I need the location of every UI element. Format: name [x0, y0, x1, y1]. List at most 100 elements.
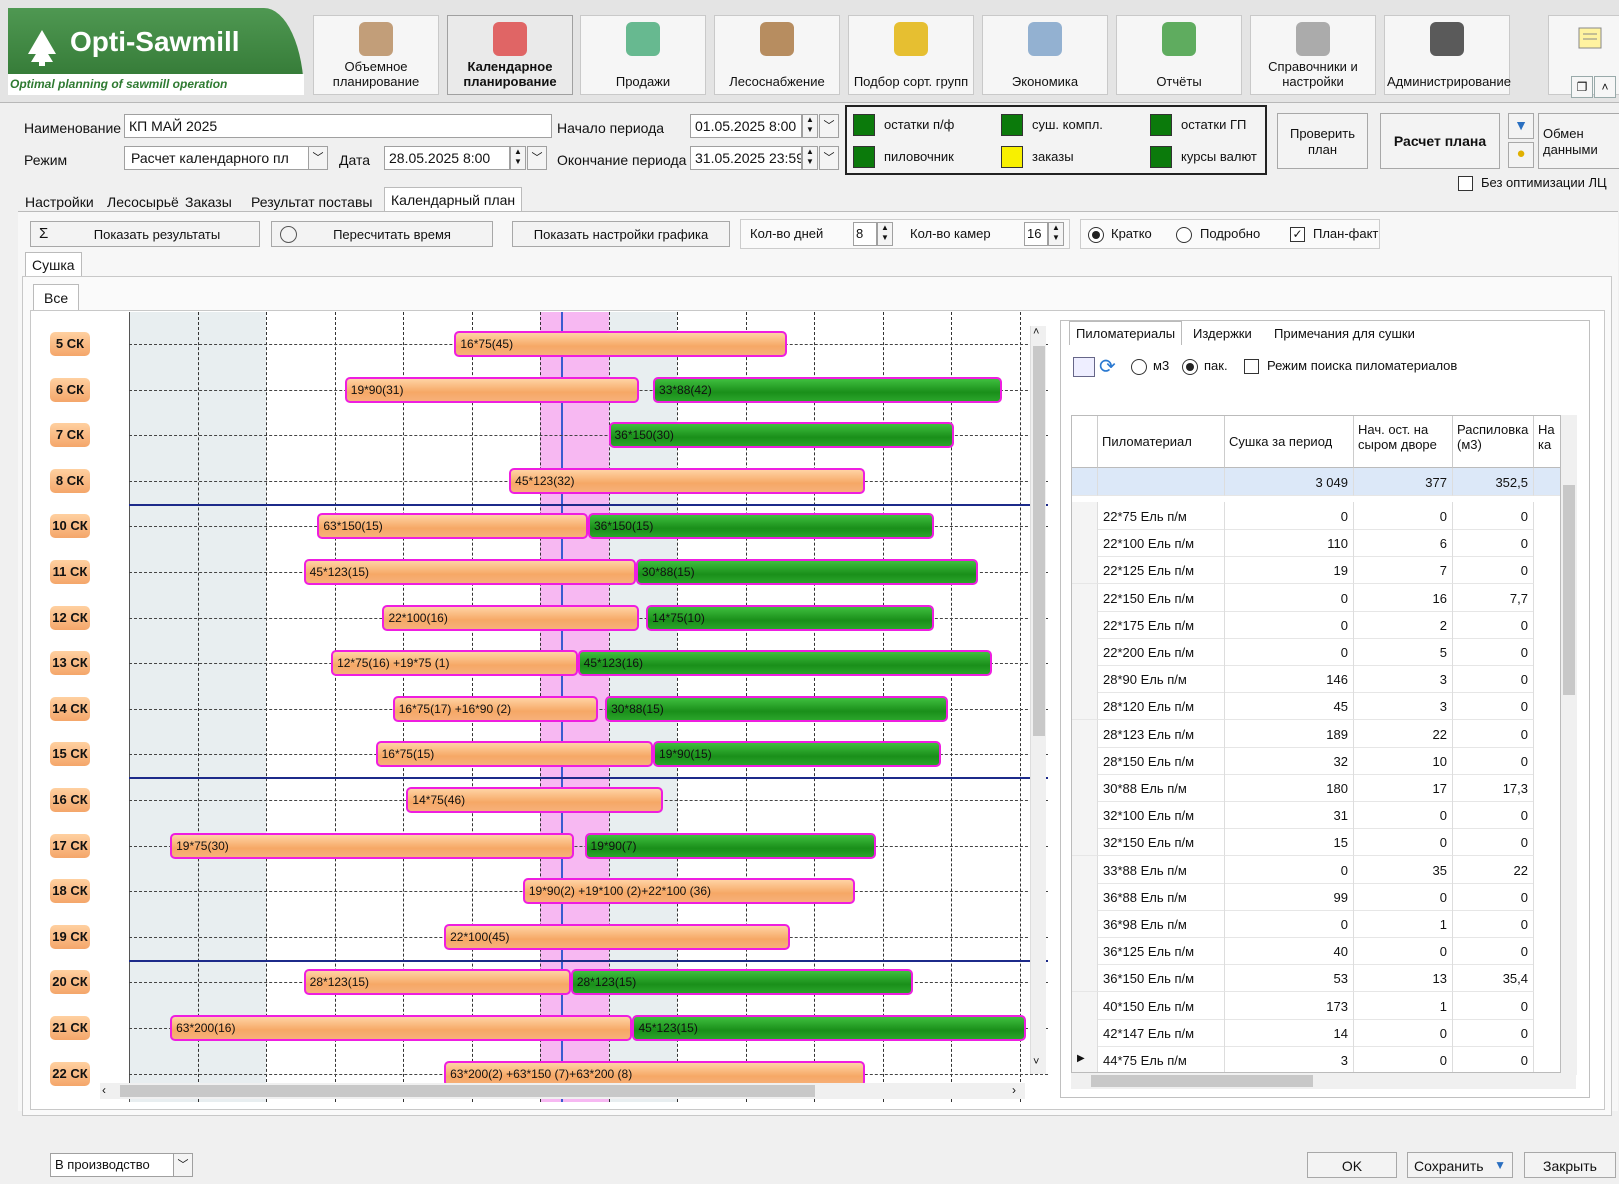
- table-cell[interactable]: 28*150 Ель п/м: [1098, 746, 1225, 775]
- table-cell[interactable]: 0: [1453, 610, 1534, 639]
- row-header[interactable]: [1072, 991, 1098, 1020]
- row-header[interactable]: ▶: [1072, 1046, 1098, 1072]
- table-cell[interactable]: 32*150 Ель п/м: [1098, 828, 1225, 857]
- table-cell[interactable]: 189: [1225, 719, 1354, 748]
- table-cell[interactable]: 0: [1453, 910, 1534, 938]
- ribbon-button-3[interactable]: Лесоснабжение: [714, 15, 840, 95]
- end-spinner[interactable]: ▲ ▼: [802, 146, 818, 170]
- dropdown-arrow-icon[interactable]: ▼: [1508, 113, 1534, 139]
- table-cell[interactable]: 0: [1453, 937, 1534, 966]
- table-cell[interactable]: 0: [1354, 937, 1453, 966]
- show-chart-settings-button[interactable]: Показать настройки графика: [512, 221, 730, 247]
- drying-bar[interactable]: 28*123(15): [303, 969, 571, 996]
- row-header[interactable]: [1072, 964, 1098, 993]
- days-spinner[interactable]: ▲ ▼: [877, 222, 893, 246]
- row-header[interactable]: [1072, 556, 1098, 585]
- row-header[interactable]: [1072, 882, 1098, 911]
- table-cell[interactable]: 0: [1354, 882, 1453, 911]
- table-cell[interactable]: 146: [1225, 665, 1354, 694]
- ribbon-button-2[interactable]: Продажи: [580, 15, 706, 95]
- date-dropdown-icon[interactable]: ﹀: [527, 146, 547, 170]
- table-cell[interactable]: 33*88 Ель п/м: [1098, 855, 1225, 884]
- days-input[interactable]: 8: [853, 222, 877, 246]
- pak-radio[interactable]: [1182, 359, 1198, 375]
- table-cell[interactable]: 22*125 Ель п/м: [1098, 556, 1225, 585]
- legend-swatch[interactable]: [1001, 114, 1023, 136]
- row-header[interactable]: [1072, 801, 1098, 830]
- ribbon-button-1[interactable]: Календарное планирование: [447, 15, 573, 95]
- table-cell[interactable]: 40*150 Ель п/м: [1098, 991, 1225, 1020]
- table-cell[interactable]: 15: [1225, 828, 1354, 857]
- table-cell[interactable]: 28*120 Ель п/м: [1098, 692, 1225, 721]
- close-button[interactable]: Закрыть: [1524, 1152, 1616, 1178]
- calc-plan-button[interactable]: Расчет плана: [1380, 113, 1500, 169]
- no-optimization-checkbox[interactable]: [1458, 176, 1473, 191]
- row-header[interactable]: [1072, 937, 1098, 966]
- table-cell[interactable]: 22*200 Ель п/м: [1098, 638, 1225, 666]
- table-cell[interactable]: 0: [1354, 801, 1453, 830]
- table-cell[interactable]: 0: [1225, 638, 1354, 666]
- brief-radio[interactable]: [1088, 227, 1104, 243]
- table-cell[interactable]: 32: [1225, 746, 1354, 775]
- chambers-input[interactable]: 16: [1024, 222, 1048, 246]
- table-cell[interactable]: 22*150 Ель п/м: [1098, 583, 1225, 612]
- table-cell[interactable]: 2: [1354, 610, 1453, 639]
- table-cell[interactable]: 14: [1225, 1018, 1354, 1047]
- drying-bar[interactable]: 12*75(16) +19*75 (1): [331, 650, 578, 677]
- save-button[interactable]: Сохранить ▼: [1407, 1152, 1513, 1178]
- table-cell[interactable]: 7,7: [1453, 583, 1534, 612]
- table-cell[interactable]: 0: [1225, 910, 1354, 938]
- table-cell[interactable]: 0: [1453, 665, 1534, 694]
- table-cell[interactable]: 0: [1225, 855, 1354, 884]
- row-header[interactable]: [1072, 719, 1098, 748]
- ribbon-button-6[interactable]: Отчёты: [1116, 15, 1242, 95]
- table-cell[interactable]: 44*75 Ель п/м: [1098, 1046, 1225, 1072]
- row-header[interactable]: [1072, 1018, 1098, 1047]
- scroll-left-icon[interactable]: ‹: [102, 1083, 106, 1097]
- mode-select[interactable]: Расчет календарного пл: [124, 146, 309, 170]
- table-cell[interactable]: 0: [1453, 1046, 1534, 1072]
- tab-all[interactable]: Все: [33, 284, 80, 311]
- legend-swatch[interactable]: [1150, 114, 1172, 136]
- column-header[interactable]: Сушка за период: [1225, 416, 1354, 468]
- row-header[interactable]: [1072, 855, 1098, 884]
- column-header[interactable]: Пиломатериал: [1098, 416, 1225, 468]
- gantt-hscroll-thumb[interactable]: [120, 1085, 815, 1097]
- table-cell[interactable]: 30*88 Ель п/м: [1098, 774, 1225, 802]
- planfact-checkbox[interactable]: ✓: [1290, 227, 1305, 242]
- table-cell[interactable]: 7: [1354, 556, 1453, 585]
- table-cell[interactable]: 17: [1354, 774, 1453, 802]
- drying-bar[interactable]: 63*200(16): [170, 1015, 633, 1041]
- drying-bar[interactable]: 16*75(17) +16*90 (2): [392, 695, 599, 722]
- drying-bar[interactable]: 45*123(15): [632, 1015, 1027, 1041]
- table-cell[interactable]: 0: [1453, 692, 1534, 721]
- drying-bar[interactable]: 45*123(15): [303, 559, 636, 585]
- table-cell[interactable]: 0: [1453, 1018, 1534, 1047]
- table-cell[interactable]: 0: [1453, 529, 1534, 558]
- refresh-icon[interactable]: ⟳: [1099, 354, 1116, 379]
- drying-bar[interactable]: 30*88(15): [635, 559, 979, 585]
- table-cell[interactable]: 40: [1225, 937, 1354, 966]
- table-cell[interactable]: 0: [1453, 828, 1534, 857]
- row-header[interactable]: [1072, 774, 1098, 802]
- row-header[interactable]: [1072, 665, 1098, 694]
- table-cell[interactable]: 22: [1354, 719, 1453, 748]
- table-cell[interactable]: 22*175 Ель п/м: [1098, 610, 1225, 639]
- ok-button[interactable]: OK: [1307, 1152, 1397, 1178]
- drying-bar[interactable]: 14*75(46): [406, 787, 664, 813]
- legend-swatch[interactable]: [853, 146, 875, 168]
- table-cell[interactable]: 0: [1453, 882, 1534, 911]
- drying-bar[interactable]: 36*150(30): [608, 422, 955, 449]
- table-cell[interactable]: 0: [1453, 556, 1534, 585]
- drying-bar[interactable]: 14*75(10): [646, 604, 934, 631]
- table-cell[interactable]: 0: [1453, 638, 1534, 666]
- ribbon-button-8[interactable]: Администрирование: [1384, 15, 1511, 95]
- table-cell[interactable]: 6: [1354, 529, 1453, 558]
- recalc-time-button[interactable]: Пересчитать время: [271, 221, 493, 247]
- check-plan-button[interactable]: Проверить план: [1277, 113, 1368, 169]
- row-header[interactable]: [1072, 502, 1098, 530]
- column-header[interactable]: Распиловка (м3): [1453, 416, 1534, 468]
- drying-bar[interactable]: 45*123(32): [509, 467, 866, 494]
- status-select[interactable]: В производство: [50, 1153, 174, 1177]
- ribbon-button-7[interactable]: Справочники и настройки: [1250, 15, 1376, 95]
